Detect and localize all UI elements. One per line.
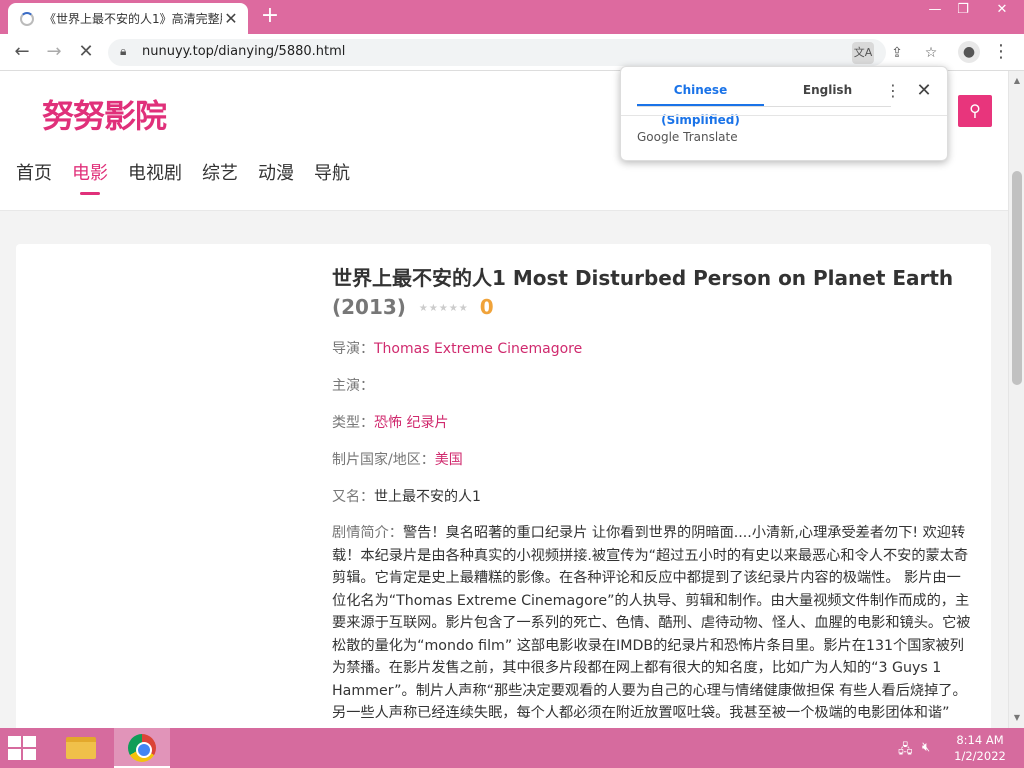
translate-icon[interactable]: 文A — [852, 42, 874, 64]
nav-item-guide[interactable]: 导航 — [314, 159, 350, 185]
loading-spinner-icon — [20, 11, 34, 26]
cast-row: 主演： — [332, 376, 972, 397]
country-row: 制片国家/地区：美国 — [332, 450, 972, 471]
more-options-icon[interactable]: ⋮ — [883, 79, 903, 103]
window-maximize-button[interactable]: ❐ — [946, 0, 980, 22]
director-label: 导演： — [332, 341, 374, 357]
nav-item-movies[interactable]: 电影 — [72, 159, 108, 195]
movie-info: 世界上最不安的人1 Most Disturbed Person on Plane… — [332, 264, 972, 725]
movie-title-block: 世界上最不安的人1 Most Disturbed Person on Plane… — [332, 264, 972, 323]
movie-title: 世界上最不安的人1 Most Disturbed Person on Plane… — [332, 266, 954, 290]
synopsis-row: 剧情简介：警告！臭名昭著的重口纪录片 让你看到世界的阴暗面....小清新,心理承… — [332, 522, 972, 725]
translate-popup: Chinese (Simplified) English ⋮ ✕ Google … — [620, 66, 948, 161]
director-row: 导演：Thomas Extreme Cinemagore — [332, 339, 972, 360]
country-label: 制片国家/地区： — [332, 452, 435, 468]
genre-label: 类型： — [332, 415, 374, 431]
browser-menu-icon[interactable]: ⋮ — [990, 41, 1012, 63]
chrome-icon[interactable] — [114, 728, 170, 768]
alias-value: 世上最不安的人1 — [374, 489, 481, 505]
nav-item-variety[interactable]: 综艺 — [202, 159, 238, 185]
address-bar[interactable]: 🔒︎ nunuyy.top/dianying/5880.html 文A ⇪ ☆ — [108, 39, 937, 66]
nav-item-home[interactable]: 首页 — [16, 159, 52, 185]
movie-year: (2013) — [332, 295, 406, 319]
scroll-down-icon[interactable]: ▼ — [1009, 710, 1024, 726]
alias-label: 又名： — [332, 489, 374, 505]
tab-target-language[interactable]: English — [764, 75, 891, 106]
window-close-button[interactable]: ✕ — [980, 0, 1024, 22]
rating-stars-icon: ★★★★★ — [418, 303, 469, 314]
close-icon[interactable]: ✕ — [913, 79, 935, 103]
movie-rating: 0 — [479, 295, 494, 319]
page-viewport: 努努影院 ⚲ 首页 电影 电视剧 综艺 动漫 导航 世界上最不安的人1 Most… — [0, 71, 1008, 728]
tab-source-language[interactable]: Chinese (Simplified) — [637, 75, 764, 127]
browser-titlebar: 《世界上最不安的人1》高清完整版 ✕ + — ❐ ✕ — [0, 0, 1024, 34]
volume-muted-icon[interactable]: 🔇︎ — [922, 740, 930, 755]
alias-row: 又名：世上最不安的人1 — [332, 487, 972, 508]
back-arrow-icon[interactable]: ← — [10, 40, 34, 64]
director-link[interactable]: Thomas Extreme Cinemagore — [374, 341, 582, 357]
popup-divider — [621, 115, 947, 116]
synopsis-label: 剧情简介： — [332, 525, 403, 541]
system-clock[interactable]: 8:14 AM 1/2/2022 — [950, 732, 1010, 764]
bookmark-star-icon[interactable]: ☆ — [920, 42, 942, 64]
scroll-up-icon[interactable]: ▲ — [1009, 73, 1024, 89]
translate-language-tabs: Chinese (Simplified) English — [637, 75, 891, 127]
tab-close-icon[interactable]: ✕ — [222, 9, 240, 28]
new-tab-button[interactable]: + — [256, 4, 284, 30]
site-logo[interactable]: 努努影院 — [42, 91, 167, 137]
main-nav: 首页 电影 电视剧 综艺 动漫 导航 — [16, 159, 370, 195]
stop-loading-icon[interactable]: ✕ — [74, 40, 98, 64]
browser-tab[interactable]: 《世界上最不安的人1》高清完整版 ✕ — [8, 3, 248, 34]
network-icon[interactable]: 🖧 — [898, 740, 913, 762]
genre-row: 类型：恐怖 纪录片 — [332, 413, 972, 434]
share-icon[interactable]: ⇪ — [886, 42, 908, 64]
nav-item-tv[interactable]: 电视剧 — [128, 159, 182, 185]
country-link[interactable]: 美国 — [435, 452, 463, 468]
profile-avatar-icon[interactable]: ● — [958, 41, 980, 63]
cast-label: 主演： — [332, 378, 374, 394]
url-text[interactable]: nunuyy.top/dianying/5880.html — [142, 44, 345, 59]
genre-links[interactable]: 恐怖 纪录片 — [374, 415, 448, 431]
lock-icon[interactable]: 🔒︎ — [120, 44, 126, 59]
scrollbar-thumb[interactable] — [1012, 171, 1022, 385]
clock-date: 1/2/2022 — [954, 749, 1006, 763]
page-scrollbar[interactable]: ▲ ▼ — [1008, 71, 1024, 728]
windows-taskbar: 🖧 🔇︎ 8:14 AM 1/2/2022 — [0, 728, 1024, 768]
search-icon[interactable]: ⚲ — [958, 95, 992, 127]
tab-title: 《世界上最不安的人1》高清完整版 — [44, 12, 222, 26]
windows-start-icon[interactable] — [8, 736, 38, 760]
google-translate-label: Google Translate — [637, 130, 738, 144]
file-explorer-icon[interactable] — [54, 728, 110, 768]
movie-detail-card: 世界上最不安的人1 Most Disturbed Person on Plane… — [16, 244, 991, 728]
nav-item-anime[interactable]: 动漫 — [258, 159, 294, 185]
synopsis-text: 警告！臭名昭著的重口纪录片 让你看到世界的阴暗面....小清新,心理承受差者勿下… — [332, 525, 971, 721]
forward-arrow-icon[interactable]: → — [42, 40, 66, 64]
clock-time: 8:14 AM — [956, 733, 1004, 747]
